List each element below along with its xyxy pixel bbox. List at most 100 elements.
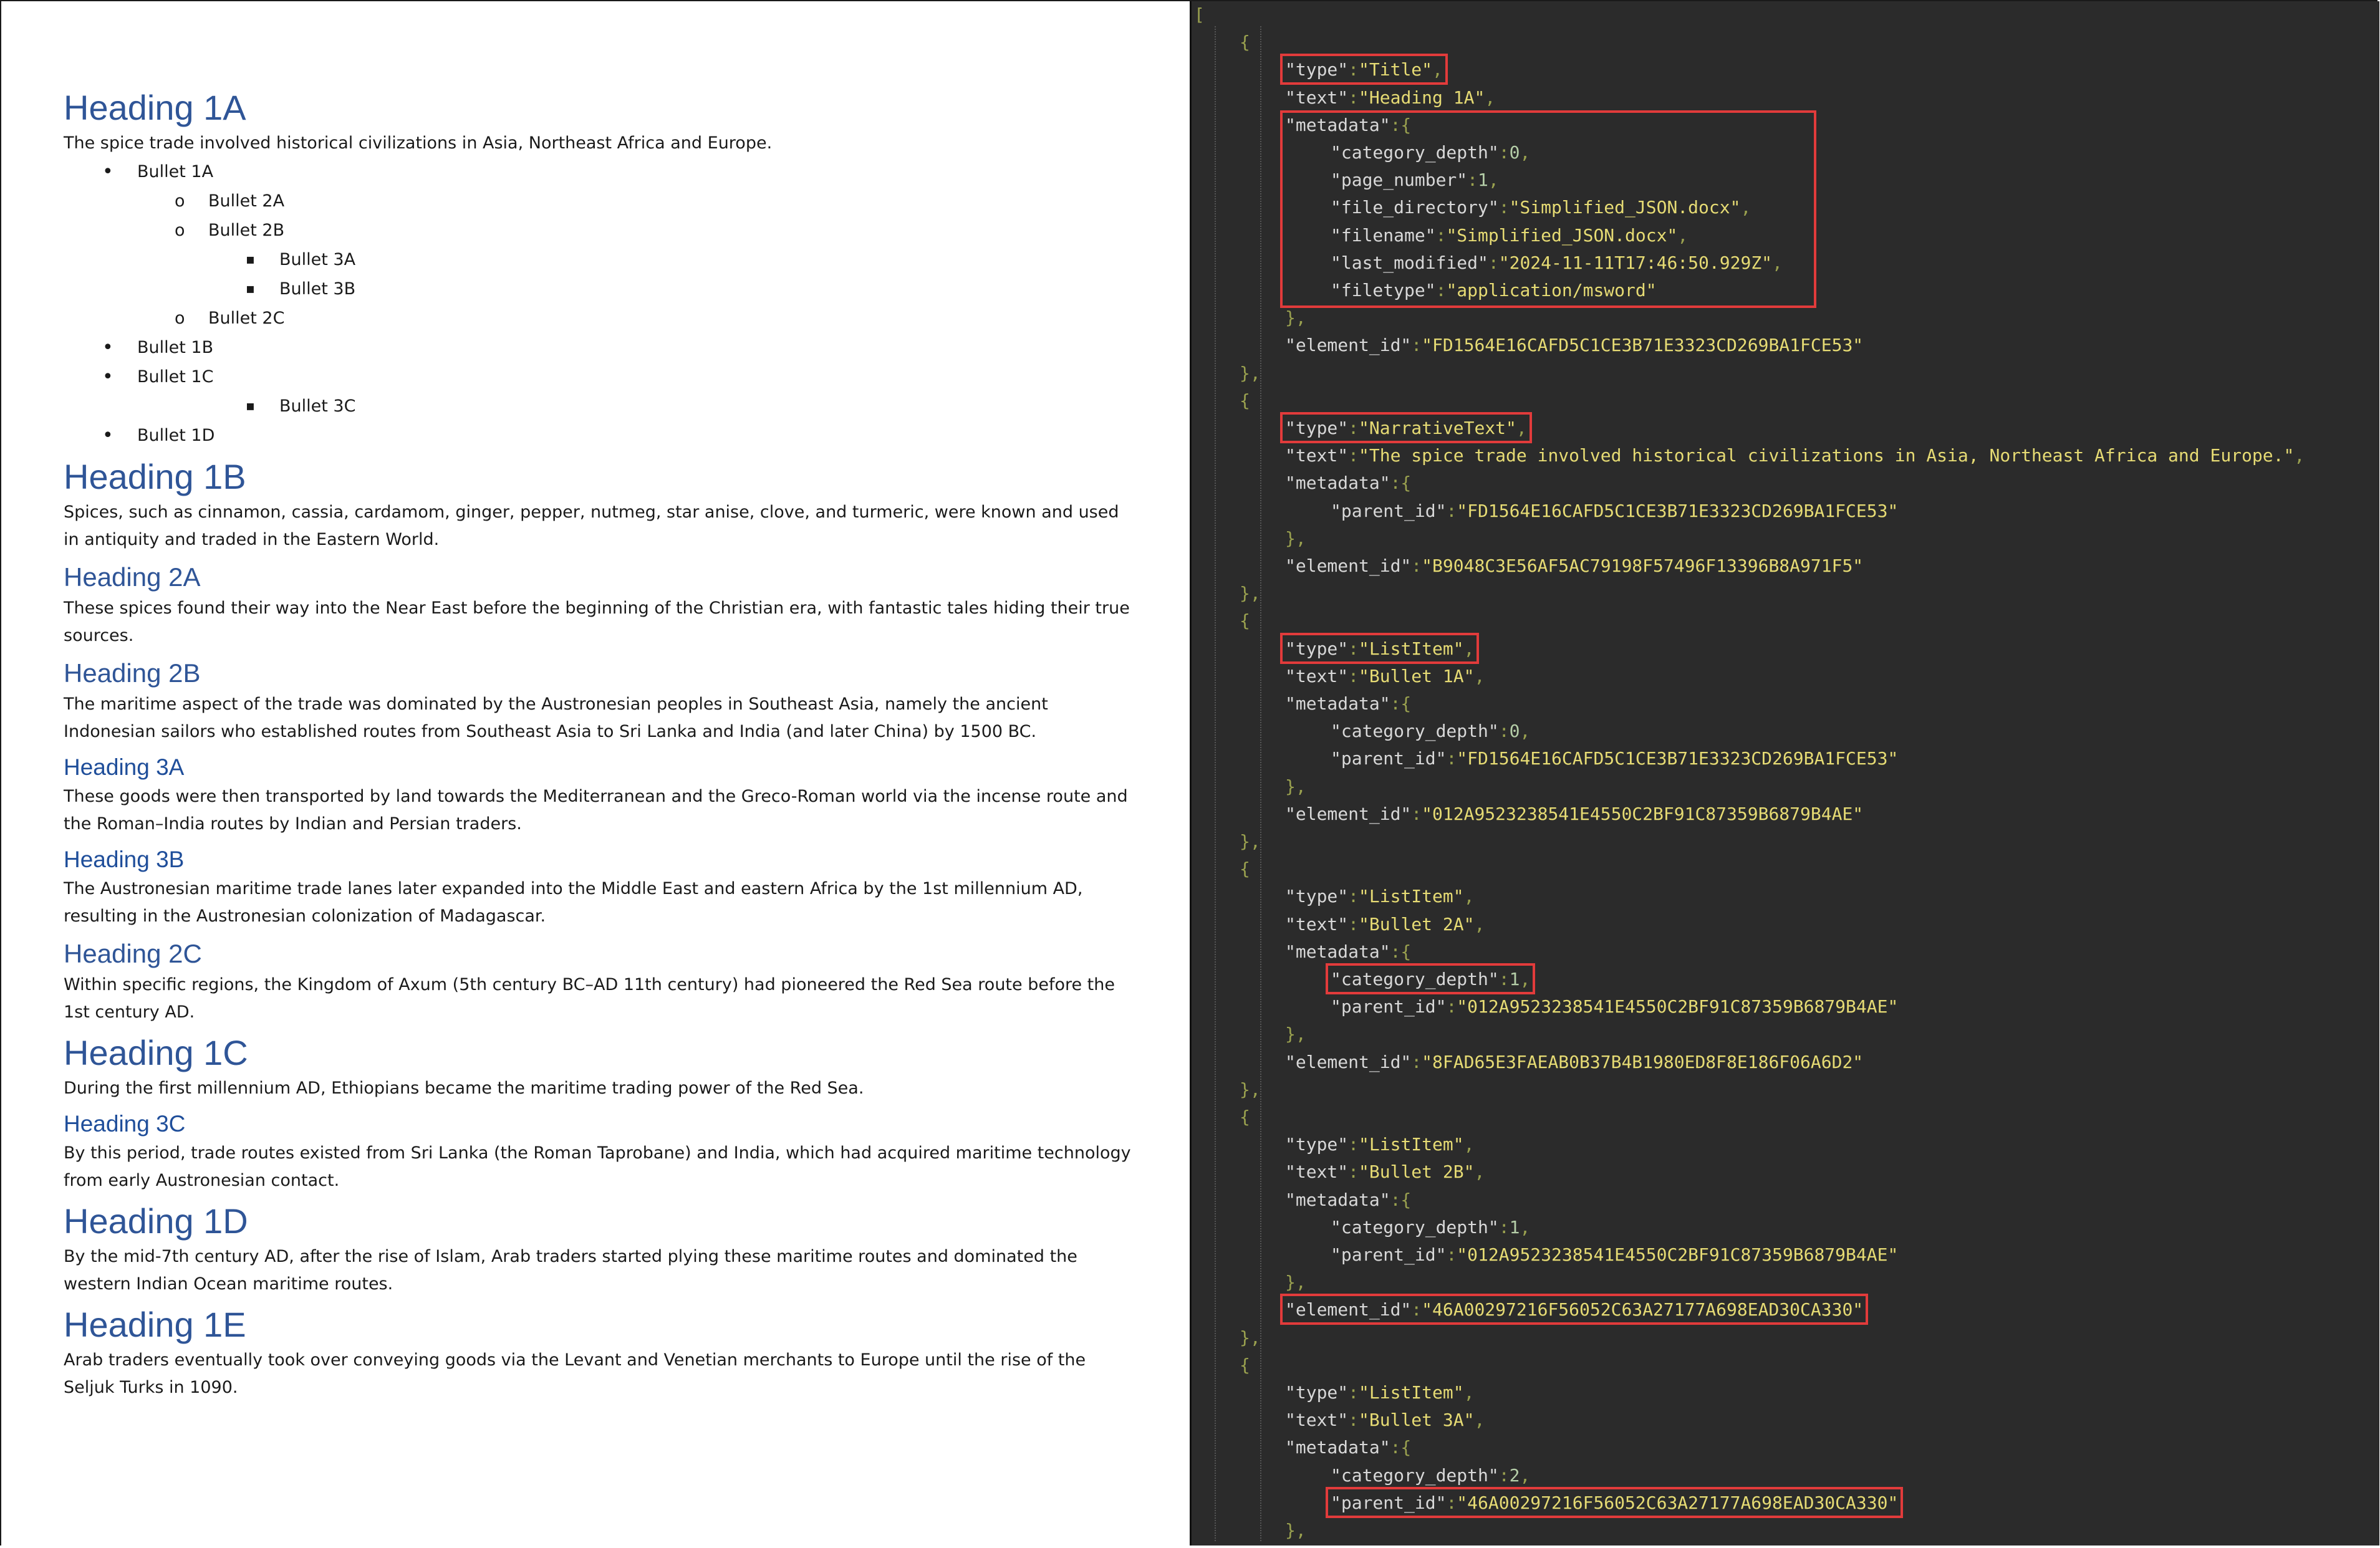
list-item-text: Bullet 1C — [137, 367, 214, 387]
bullet-disc-icon: • — [102, 425, 113, 446]
json-line: "parent_id":"012A9523238541E4550C2BF91C8… — [1331, 993, 1898, 1021]
json-line: "metadata":{ — [1285, 1434, 1411, 1461]
json-line: { — [1240, 607, 1250, 635]
json-key: "category_depth" — [1331, 721, 1499, 742]
list-item: • Bullet 1C — [64, 362, 1136, 392]
json-punct: }, — [1285, 1024, 1306, 1045]
bullet-square-icon: ▪ — [246, 398, 255, 414]
h3-heading: Heading 3B — [64, 847, 185, 872]
json-line: { — [1240, 387, 1250, 415]
json-punct: }, — [1240, 362, 1261, 383]
json-line: }, — [1285, 1269, 1306, 1296]
json-punct: : — [1446, 1244, 1457, 1265]
json-number: 0 — [1509, 721, 1520, 742]
list-item: ▪ Bullet 3C — [64, 392, 1136, 421]
indent-guide — [1215, 26, 1216, 1541]
json-line: "element_id":"4C34CB549FB24B4B363AE7A8E6… — [1285, 1544, 1863, 1546]
h1-heading: Heading 1B — [64, 457, 246, 496]
json-key: "text" — [1285, 1161, 1349, 1183]
json-key: "metadata" — [1285, 1437, 1390, 1458]
paragraph: The spice trade involved historical civi… — [64, 133, 773, 153]
paragraph: During the first millennium AD, Ethiopia… — [64, 1079, 864, 1098]
list-item-text: Bullet 2C — [208, 309, 285, 328]
json-line: "text":"The spice trade involved histori… — [1285, 442, 2305, 469]
json-number: 2 — [1509, 1464, 1520, 1486]
json-punct: , — [1474, 913, 1485, 935]
json-punct: { — [1240, 858, 1250, 880]
json-line: "parent_id":"FD1564E16CAFD5C1CE3B71E3323… — [1331, 498, 1898, 525]
json-punct: : — [1348, 665, 1359, 686]
json-punct: { — [1240, 610, 1250, 632]
list-item: ▪ Bullet 3B — [64, 274, 1136, 304]
list-item-text: Bullet 3B — [279, 279, 356, 299]
bullet-disc-icon: • — [102, 337, 113, 358]
json-punct: : — [1411, 335, 1422, 356]
json-line: "text":"Bullet 2B", — [1285, 1158, 1485, 1186]
json-key: "metadata" — [1285, 941, 1390, 962]
list-item: ▪ Bullet 3A — [64, 245, 1136, 274]
json-punct: : — [1498, 721, 1510, 742]
json-punct: }, — [1285, 1520, 1306, 1541]
json-line: "metadata":{ — [1285, 469, 1411, 497]
list-item-text: Bullet 2B — [208, 221, 285, 240]
json-line: }, — [1285, 773, 1306, 800]
json-key: "element_id" — [1285, 555, 1412, 576]
json-punct: , — [2294, 445, 2305, 466]
json-line: }, — [1240, 580, 1261, 607]
json-line: }, — [1285, 304, 1306, 332]
h1-heading: Heading 1E — [64, 1305, 246, 1344]
json-string: "Heading 1A" — [1359, 87, 1485, 108]
json-punct: { — [1240, 32, 1250, 53]
json-punct: : — [1348, 913, 1359, 935]
json-line: }, — [1240, 1324, 1261, 1352]
h1-heading: Heading 1A — [64, 88, 246, 127]
json-punct: , — [1474, 665, 1485, 686]
json-punct: , — [1463, 886, 1475, 907]
highlight-box — [1280, 1294, 1868, 1325]
json-line: "metadata":{ — [1285, 938, 1411, 966]
json-line: }, — [1285, 1021, 1306, 1048]
json-punct: : — [1498, 1216, 1510, 1238]
json-line: "parent_id":"FD1564E16CAFD5C1CE3B71E3323… — [1331, 745, 1898, 772]
json-punct: :{ — [1390, 941, 1412, 962]
json-string: "The spice trade involved historical civ… — [1359, 445, 2295, 466]
json-string: "FD1564E16CAFD5C1CE3B71E3323CD269BA1FCE5… — [1422, 335, 1864, 356]
json-punct: [ — [1194, 4, 1205, 25]
highlight-box — [1326, 1487, 1903, 1519]
json-punct: : — [1446, 500, 1457, 521]
paragraph: Spices, such as cinnamon, cassia, cardam… — [64, 502, 1119, 549]
json-string: "FD1564E16CAFD5C1CE3B71E3323CD269BA1FCE5… — [1457, 748, 1899, 769]
bullet-circle-icon: o — [175, 309, 185, 328]
list-item-text: Bullet 3A — [279, 250, 356, 269]
json-string: "FD1564E16CAFD5C1CE3B71E3323CD269BA1FCE5… — [1457, 500, 1899, 521]
paragraph: The Austronesian maritime trade lanes la… — [64, 879, 1083, 926]
word-document-pane: Heading 1A The spice trade involved histo… — [1, 1, 1190, 1546]
json-punct: : — [1348, 1134, 1359, 1155]
bullet-square-icon: ▪ — [246, 281, 255, 297]
bullet-disc-icon: • — [102, 161, 113, 183]
h2-heading: Heading 2A — [64, 562, 201, 592]
bullet-circle-icon: o — [175, 221, 185, 240]
json-key: "parent_id" — [1331, 500, 1447, 521]
json-line: "element_id":"B9048C3E56AF5AC79198F57496… — [1285, 552, 1863, 580]
json-punct: : — [1498, 1464, 1510, 1486]
highlight-box — [1280, 412, 1532, 444]
json-number: 1 — [1509, 1216, 1520, 1238]
paragraph: Within specific regions, the Kingdom of … — [64, 975, 1115, 1022]
json-line: "parent_id":"012A9523238541E4550C2BF91C8… — [1331, 1241, 1898, 1269]
json-output-pane: [{"type":"Title", "text":"Heading 1A", "me… — [1190, 1, 2379, 1546]
json-line: { — [1240, 29, 1250, 56]
json-string: "Bullet 1A" — [1359, 665, 1475, 686]
json-line: "element_id":"012A9523238541E4550C2BF91C… — [1285, 800, 1863, 828]
json-key: "metadata" — [1285, 473, 1390, 494]
json-punct: : — [1348, 87, 1359, 108]
json-string: "012A9523238541E4550C2BF91C87359B6879B4A… — [1457, 1244, 1899, 1265]
json-line: "text":"Bullet 3A", — [1285, 1406, 1485, 1434]
json-line: }, — [1285, 525, 1306, 552]
json-line: "category_depth":2, — [1331, 1462, 1530, 1489]
json-key: "parent_id" — [1331, 996, 1447, 1017]
json-punct: }, — [1285, 1272, 1306, 1293]
json-key: "element_id" — [1285, 335, 1412, 356]
json-punct: , — [1474, 1161, 1485, 1183]
json-line: "type":"ListItem", — [1285, 1131, 1474, 1158]
